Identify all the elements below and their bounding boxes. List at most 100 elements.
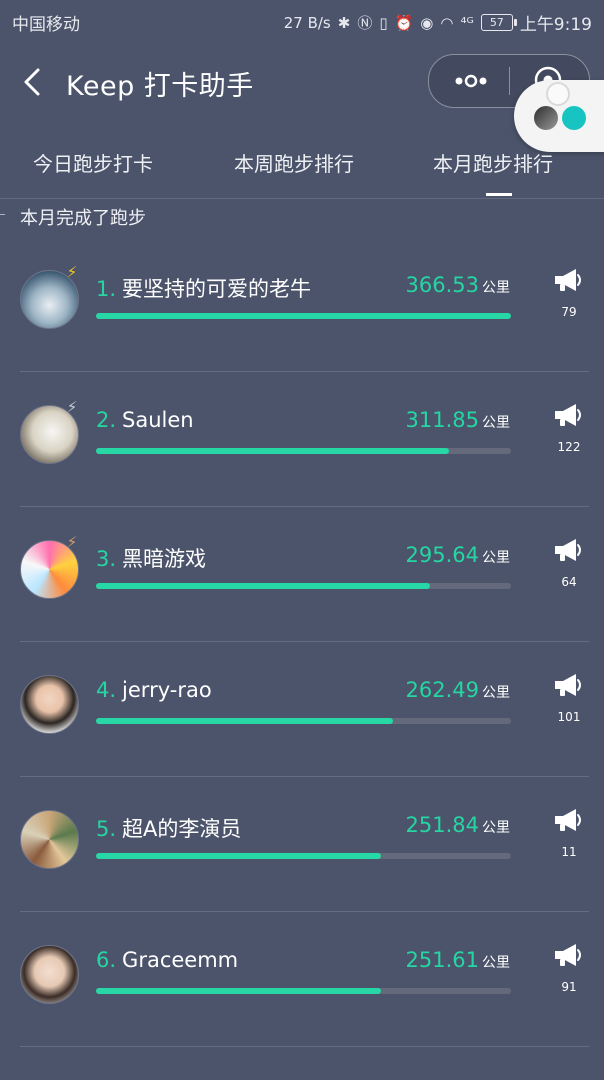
progress-track — [96, 988, 511, 994]
distance-unit: 公里 — [482, 550, 510, 566]
runner-name: 超A的李演员 — [122, 817, 242, 841]
ranking-row-1[interactable]: ⚡ 1. 要坚持的可爱的老牛 366.53 公里 79 — [0, 237, 604, 372]
distance-unit: 公里 — [482, 415, 510, 431]
distance-value: 262.49 — [405, 678, 479, 702]
tab-weekly-ranking[interactable]: 本周跑步排行 — [234, 148, 354, 177]
megaphone-icon[interactable] — [552, 537, 584, 563]
progress-track — [96, 853, 511, 859]
rank-number: 2. — [96, 408, 117, 432]
distance: 366.53 公里 — [406, 273, 510, 297]
row-divider — [20, 1046, 589, 1047]
active-tab-indicator — [486, 193, 512, 196]
progress-track — [96, 583, 511, 589]
runner-name: 黑暗游戏 — [122, 547, 207, 571]
distance-value: 251.61 — [405, 948, 479, 972]
avatar[interactable] — [20, 945, 79, 1004]
tab-monthly-ranking[interactable]: 本月跑步排行 — [433, 148, 553, 177]
ranking-row-3[interactable]: ⚡ 3. 黑暗游戏 295.64 公里 64 — [0, 507, 604, 642]
progress-fill — [96, 448, 449, 454]
distance-value: 366.53 — [405, 273, 479, 297]
rank-number: 3. — [96, 547, 117, 571]
megaphone-icon[interactable] — [552, 402, 584, 428]
rank-number: 1. — [96, 277, 117, 301]
megaphone-icon[interactable] — [552, 672, 584, 698]
back-button[interactable] — [16, 62, 50, 102]
distance-value: 311.85 — [405, 408, 479, 432]
bronze-medal-icon: ⚡ — [66, 533, 78, 551]
distance-unit: 公里 — [482, 685, 510, 701]
carrier-name: 中国移动 — [12, 15, 80, 35]
cheer-count: 11 — [561, 845, 577, 859]
status-bar: 中国移动 27 B/s ✱ Ⓝ ▯ ⏰ ◉ ◠ ⁴ᴳ 57 上午9:19 — [0, 0, 604, 42]
megaphone-icon[interactable] — [552, 942, 584, 968]
ranking-tabs: 今日跑步打卡 本周跑步排行 本月跑步排行 — [0, 138, 604, 199]
distance: 251.61 公里 — [406, 948, 510, 972]
progress-track — [96, 313, 511, 319]
cheer-count: 91 — [561, 980, 577, 994]
avatar[interactable] — [20, 810, 79, 869]
runner-name: Saulen — [122, 408, 194, 432]
page-title: Keep 打卡助手 — [66, 71, 254, 102]
progress-track — [96, 448, 511, 454]
distance: 295.64 公里 — [406, 543, 510, 567]
progress-fill — [96, 988, 382, 994]
capsule-divider — [509, 67, 510, 95]
progress-fill — [96, 853, 382, 859]
rank-number: 6. — [96, 948, 117, 972]
alarm-icon: ⏰ — [394, 13, 414, 32]
silver-medal-icon: ⚡ — [66, 398, 78, 416]
cheer-count: 122 — [557, 440, 581, 454]
progress-fill — [96, 313, 511, 319]
floating-badge-icon — [546, 82, 570, 106]
chevron-left-icon — [24, 68, 40, 96]
runner-name: Graceemm — [122, 948, 239, 972]
cheer-count: 64 — [561, 575, 577, 589]
runner-name: jerry-rao — [122, 678, 212, 702]
nav-bar: Keep 打卡助手 — [0, 42, 604, 152]
distance-unit: 公里 — [482, 955, 510, 971]
rank-number: 4. — [96, 678, 117, 702]
signal-icon: ⁴ᴳ — [460, 13, 474, 32]
distance-value: 251.84 — [405, 813, 479, 837]
runner-name-line: 3. 黑暗游戏 — [96, 543, 206, 573]
more-dots-icon[interactable] — [453, 69, 489, 93]
runner-name-line: 6. Graceemm — [96, 948, 238, 972]
ranking-row-4[interactable]: 4. jerry-rao 262.49 公里 101 — [0, 642, 604, 777]
ranking-row-2[interactable]: ⚡ 2. Saulen 311.85 公里 122 — [0, 372, 604, 507]
distance-unit: 公里 — [482, 280, 510, 296]
runner-name-line: 2. Saulen — [96, 408, 194, 432]
floating-avatar-a — [534, 106, 558, 130]
runner-name-line: 5. 超A的李演员 — [96, 813, 241, 843]
progress-fill — [96, 583, 431, 589]
rank-number: 5. — [96, 817, 117, 841]
nfc-icon: Ⓝ — [357, 13, 373, 32]
megaphone-icon[interactable] — [552, 807, 584, 833]
distance-value: 295.64 — [405, 543, 479, 567]
runner-name-line: 1. 要坚持的可爱的老牛 — [96, 273, 311, 303]
distance: 262.49 公里 — [406, 678, 510, 702]
vibrate-icon: ▯ — [379, 13, 388, 32]
ranking-row-5[interactable]: 5. 超A的李演员 251.84 公里 11 — [0, 777, 604, 912]
section-label: 本月完成了跑步 — [20, 208, 146, 229]
distance: 311.85 公里 — [406, 408, 510, 432]
megaphone-icon[interactable] — [552, 267, 584, 293]
progress-fill — [96, 718, 394, 724]
status-icons: 27 B/s ✱ Ⓝ ▯ ⏰ ◉ ◠ ⁴ᴳ 57 上午9:19 — [283, 10, 592, 36]
eye-icon: ◉ — [420, 13, 434, 32]
avatar[interactable] — [20, 675, 79, 734]
ranking-row-6[interactable]: 6. Graceemm 251.61 公里 91 — [0, 912, 604, 1047]
runner-name: 要坚持的可爱的老牛 — [122, 277, 312, 301]
gold-medal-icon: ⚡ — [66, 263, 78, 281]
clock: 上午9:19 — [519, 15, 592, 35]
ranking-list: ⚡ 1. 要坚持的可爱的老牛 366.53 公里 79 ⚡ 2. Saulen 311… — [0, 237, 604, 1047]
tab-today-checkin[interactable]: 今日跑步打卡 — [33, 148, 153, 177]
bluetooth-icon: ✱ — [337, 13, 351, 32]
runner-name-line: 4. jerry-rao — [96, 678, 212, 702]
wifi-icon: ◠ — [440, 13, 454, 32]
network-speed: 27 B/s — [283, 13, 331, 32]
battery-icon: 57 — [480, 14, 517, 31]
cheer-count: 101 — [557, 710, 581, 724]
progress-track — [96, 718, 511, 724]
cheer-count: 79 — [561, 305, 577, 319]
distance: 251.84 公里 — [406, 813, 510, 837]
